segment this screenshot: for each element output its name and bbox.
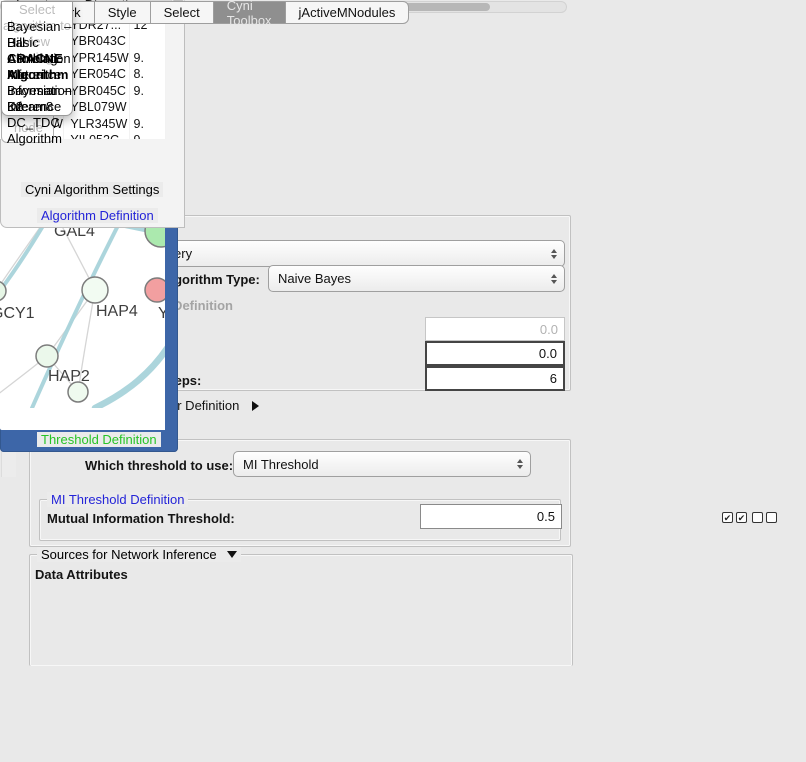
mi-threshold-field[interactable]: 0.5 bbox=[420, 504, 562, 529]
threshold-definition-title: Threshold Definition bbox=[37, 432, 161, 447]
network-node-label: GCY1 bbox=[0, 305, 35, 322]
mi-threshold-group-title: MI Threshold Definition bbox=[47, 492, 188, 507]
select-all-checkbox-icon[interactable]: ✔ bbox=[736, 512, 747, 523]
mi-threshold-label: Mutual Information Threshold: bbox=[47, 511, 235, 526]
table-cell: YBL079W bbox=[64, 99, 129, 116]
collapse-arrow-icon bbox=[227, 551, 237, 558]
table-cell: YPR145W bbox=[64, 50, 129, 67]
mi-type-value: Naive Bayes bbox=[278, 271, 351, 286]
mi-steps-field[interactable]: 6 bbox=[425, 366, 565, 391]
table-cell: YLR345W bbox=[64, 116, 129, 133]
aracne-mode-select[interactable]: Discovery bbox=[125, 240, 565, 267]
dpi-tolerance-field[interactable]: 0.0 bbox=[425, 341, 565, 366]
algorithm-option-aracne-algorithm[interactable]: ARACNE Algorithm bbox=[2, 51, 72, 67]
tab-jactivemnodules[interactable]: jActiveMNodules bbox=[285, 1, 410, 24]
popup-item-list: Bayesian – Hill ClimbingBasic Correlatio… bbox=[2, 19, 72, 115]
tab-label: Select bbox=[164, 5, 200, 20]
table-cell: 9. bbox=[130, 116, 166, 133]
tab-style[interactable]: Style bbox=[94, 1, 150, 24]
mi-type-select[interactable]: Naive Bayes bbox=[268, 265, 565, 292]
network-node-label: HAP4 bbox=[96, 303, 138, 320]
sources-group-toggle[interactable]: Sources for Network Inference bbox=[37, 547, 241, 562]
deselect-all-checkbox-icon[interactable] bbox=[752, 512, 763, 523]
tab-label: Cyni Toolbox bbox=[227, 0, 272, 28]
table-cell bbox=[130, 99, 166, 116]
popup-prompt: Select algorithm to view settings bbox=[2, 2, 72, 19]
tab-select[interactable]: Select bbox=[150, 1, 213, 24]
deselect-all-checkbox-icon[interactable] bbox=[766, 512, 777, 523]
network-edge-highlighted bbox=[95, 344, 165, 408]
network-node[interactable] bbox=[82, 277, 108, 303]
algorithm-dropdown-popup: Select algorithm to view settings Bayesi… bbox=[1, 1, 73, 116]
table-cell: YER054C bbox=[64, 66, 129, 83]
which-threshold-value: MI Threshold bbox=[243, 457, 319, 472]
table-cell: 8. bbox=[130, 66, 166, 83]
algorithm-definition-title: Algorithm Definition bbox=[37, 208, 158, 223]
control-panel-window: Control Panel ✖ NetworkStyleSelectCyni T… bbox=[0, 0, 2, 2]
combo-arrows-icon bbox=[551, 274, 557, 284]
tab-label: jActiveMNodules bbox=[299, 5, 396, 20]
select-all-checkbox-icon[interactable]: ✔ bbox=[722, 512, 733, 523]
table-cell: YBR045C bbox=[64, 83, 129, 100]
network-node-label: Y bbox=[158, 305, 165, 322]
table-cell: YIL052C bbox=[64, 132, 129, 139]
network-node[interactable] bbox=[68, 382, 88, 402]
algorithm-option-bayesian-k2[interactable]: Bayesian – K2 bbox=[2, 83, 72, 99]
algorithm-option-bayesian-hill-climbing[interactable]: Bayesian – Hill Climbing bbox=[2, 19, 72, 35]
network-node[interactable] bbox=[145, 278, 165, 302]
algorithm-option-dream8-dc-tdc-algorithm[interactable]: Dream8 DC_TDC Algorithm bbox=[2, 99, 72, 115]
tab-label: Style bbox=[108, 5, 137, 20]
kernel-width-field[interactable]: 0.0 bbox=[425, 317, 565, 341]
table-cell: YBR043C bbox=[64, 33, 129, 50]
combo-arrows-icon bbox=[517, 459, 523, 469]
table-cell: 9. bbox=[130, 83, 166, 100]
sources-group-title: Sources for Network Inference bbox=[41, 547, 217, 562]
network-node-label: HAP2 bbox=[48, 368, 90, 385]
tab-cyni-toolbox[interactable]: Cyni Toolbox bbox=[213, 1, 285, 24]
which-threshold-label: Which threshold to use: bbox=[85, 458, 233, 473]
algorithm-option-basic-correlation-inference[interactable]: Basic Correlation Inference bbox=[2, 35, 72, 51]
data-attributes-label: Data Attributes bbox=[35, 567, 128, 582]
settings-group-title: Cyni Algorithm Settings bbox=[21, 182, 163, 197]
expand-arrow-icon bbox=[252, 401, 259, 411]
combo-arrows-icon bbox=[551, 249, 557, 259]
network-node[interactable] bbox=[36, 345, 58, 367]
table-cell: 9 bbox=[130, 132, 166, 139]
which-threshold-select[interactable]: MI Threshold bbox=[233, 451, 531, 477]
table-cell: 9. bbox=[130, 50, 166, 67]
table-cell bbox=[130, 33, 166, 50]
